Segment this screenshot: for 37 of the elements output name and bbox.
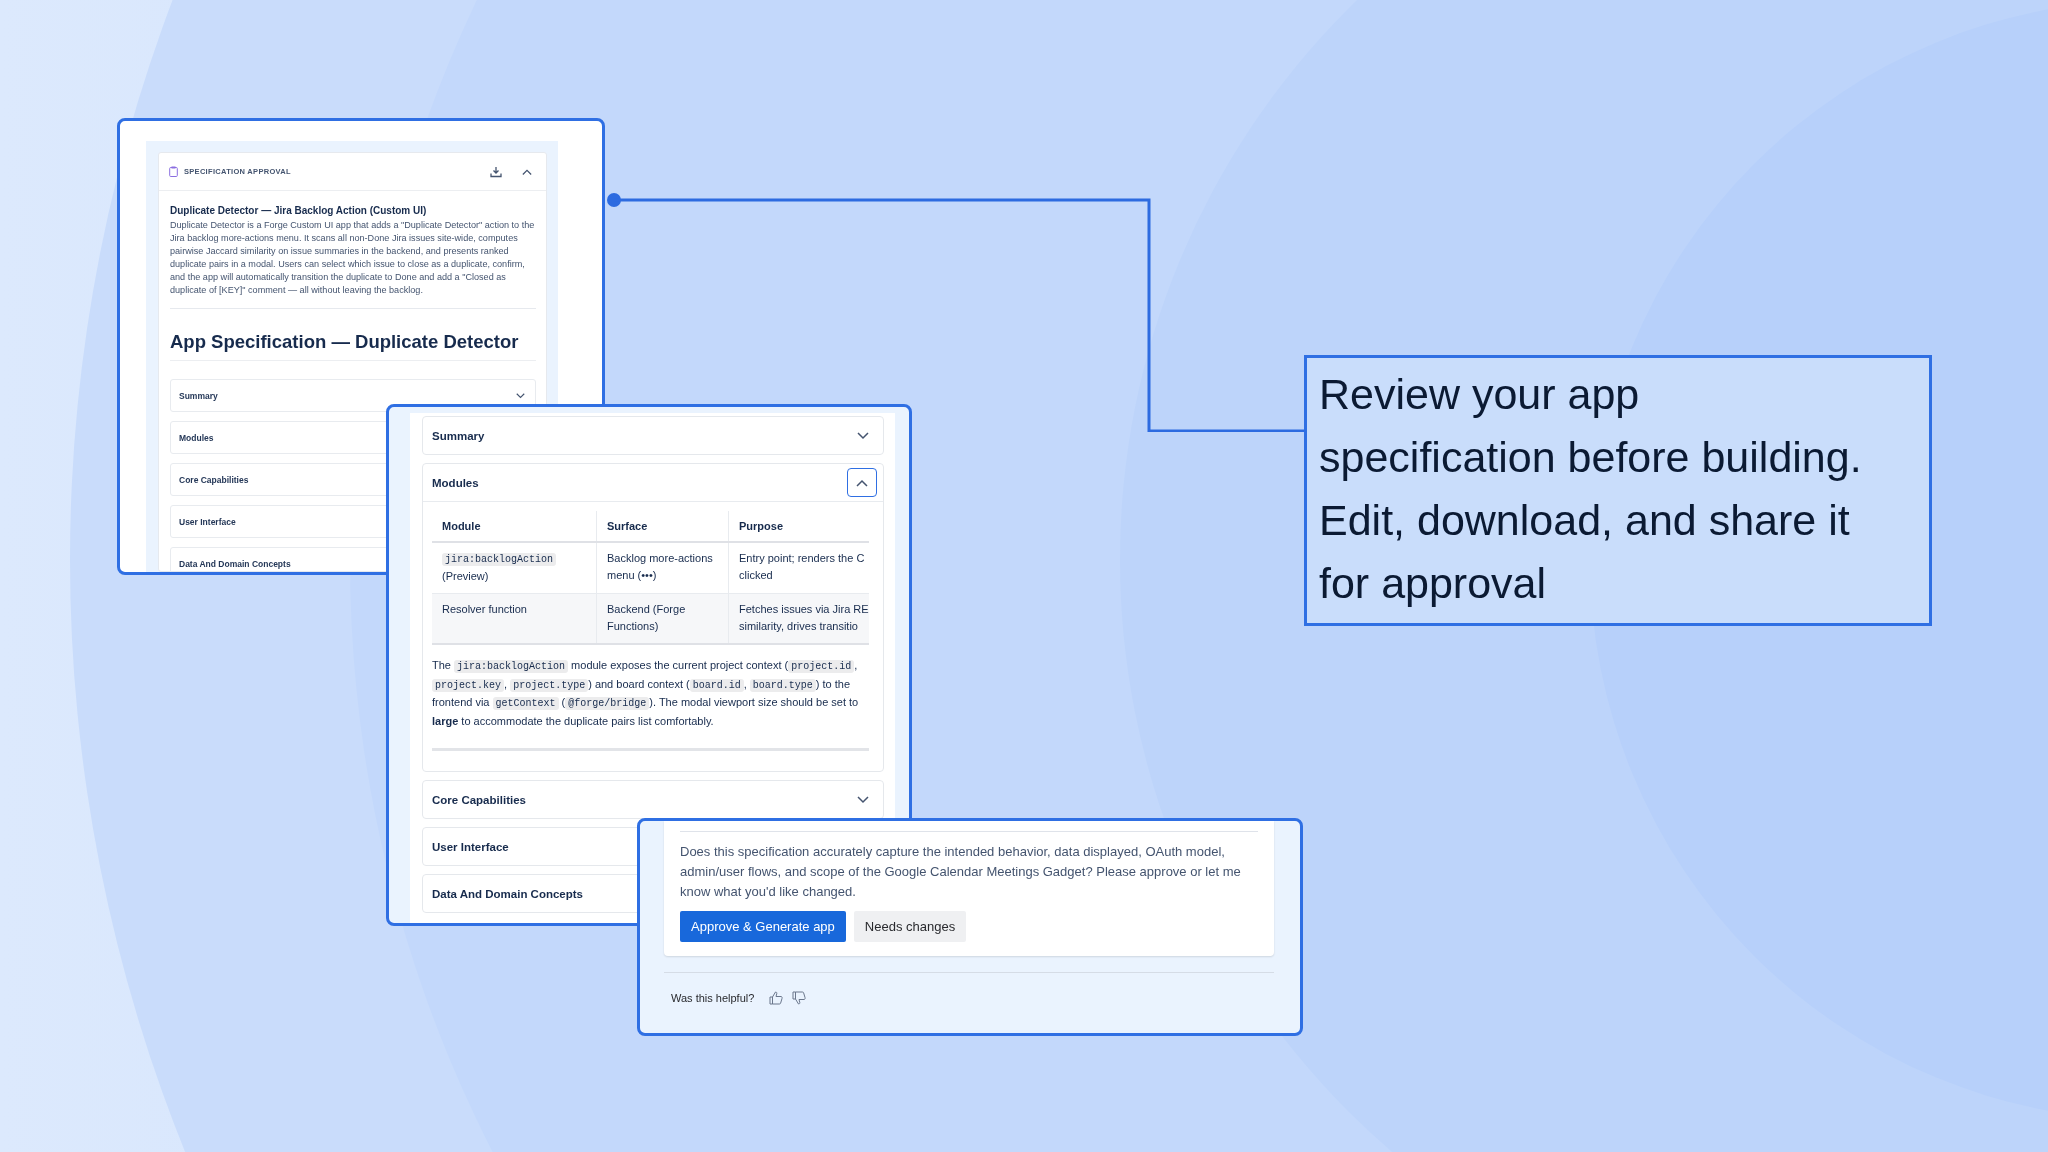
section-label: User Interface bbox=[179, 516, 236, 527]
chevron-down-icon[interactable] bbox=[857, 431, 869, 440]
section-label: Modules bbox=[432, 476, 479, 489]
table-cell: Entry point; renders the C clicked bbox=[728, 542, 869, 594]
chevron-down-icon[interactable] bbox=[857, 795, 869, 804]
collapse-button[interactable] bbox=[847, 468, 877, 497]
section-label: Summary bbox=[179, 390, 218, 401]
section-label: Core Capabilities bbox=[432, 793, 526, 806]
thumbs-up-icon[interactable] bbox=[769, 991, 784, 1005]
clipboard-icon bbox=[169, 166, 178, 177]
thumbs-down-icon[interactable] bbox=[792, 991, 807, 1005]
section-label: Data And Domain Concepts bbox=[179, 558, 291, 569]
approval-question: Does this specification accurately capture the intended behavior, data displayed, OAuth model, admin/user flows, and scope of the Google Calendar Meetings Gadget? Please approve or let me know what you'd like changed. bbox=[680, 843, 1242, 901]
column-header: Purpose bbox=[728, 511, 869, 542]
table-cell: Fetches issues via Jira RE similarity, drives transitio bbox=[728, 593, 869, 644]
changes-button[interactable]: Needs changes bbox=[853, 911, 967, 942]
download-icon[interactable] bbox=[490, 165, 502, 178]
app-title: Duplicate Detector — Jira Backlog Action (Custom UI) bbox=[170, 205, 428, 216]
table-cell: Resolver function bbox=[432, 593, 597, 644]
table-cell: Backend (Forge Functions) bbox=[596, 593, 729, 644]
section-label: Core Capabilities bbox=[179, 474, 249, 485]
column-header: Surface bbox=[596, 511, 729, 542]
chevron-up-icon[interactable] bbox=[522, 167, 532, 176]
section-label: Summary bbox=[432, 429, 485, 442]
chevron-up-icon bbox=[856, 478, 868, 487]
section-label: Modules bbox=[179, 432, 214, 443]
spec-heading: App Specification — Duplicate Detector bbox=[170, 331, 536, 361]
app-description: Duplicate Detector is a Forge Custom UI app that adds a "Duplicate Detector" action to the Jira backlog more-actions menu. It scans all non-Done Jira issues site-wide, computes pairwise Jaccard similarity on issue summaries in the backend, and presents ranked duplicate pairs in a modal. Users can select which issue to close as a duplicate, confirm, and the app will automatically transition the duplicate to Done and add a "Closed as duplicate of [KEY]" comment — all without leaving the backlog. bbox=[170, 219, 536, 297]
approve-button[interactable]: Approve & Generate app bbox=[680, 911, 846, 942]
feedback-label: Was this helpful? bbox=[671, 992, 755, 1004]
table-cell: jira:backlogAction (Preview) bbox=[432, 542, 597, 594]
module-description: The jira:backlogAction module exposes the current project context ( project.id , project.key , project.type ) and board context ( board.id , board.type ) to the frontend via getContext ( @forge/bridge ). The modal viewport size should be set to large to accommodate the duplicate pairs list comfortably. bbox=[432, 658, 860, 729]
table-cell: Backlog more-actions menu (•••) bbox=[596, 542, 729, 594]
section-label: Data And Domain Concepts bbox=[432, 887, 583, 900]
column-header: Module bbox=[432, 511, 597, 542]
section-label: User Interface bbox=[432, 840, 509, 853]
callout-text: Review your app specification before building. Edit, download, and share it for approval bbox=[1319, 369, 1863, 609]
